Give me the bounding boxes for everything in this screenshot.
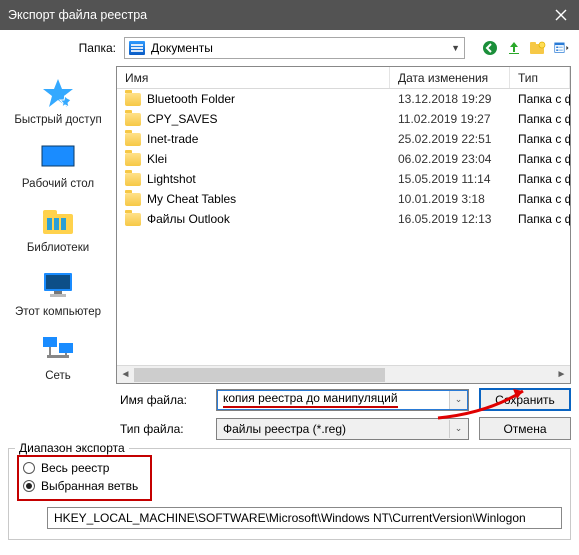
file-date: 15.05.2019 11:14 <box>390 172 510 186</box>
column-date[interactable]: Дата изменения <box>390 67 510 88</box>
file-row[interactable]: Inet-trade 25.02.2019 22:51Папка с ф <box>117 129 570 149</box>
file-list-header[interactable]: Имя Дата изменения Тип <box>117 67 570 89</box>
folder-icon <box>125 93 141 106</box>
scroll-thumb[interactable] <box>134 368 385 382</box>
libraries-icon <box>38 204 78 238</box>
file-type: Папка с ф <box>510 112 570 126</box>
titlebar: Экспорт файла реестра <box>0 0 579 30</box>
place-this-pc[interactable]: Этот компьютер <box>0 268 116 318</box>
file-type: Папка с ф <box>510 92 570 106</box>
nav-up-button[interactable] <box>505 39 523 57</box>
file-date: 10.01.2019 3:18 <box>390 192 510 206</box>
file-type: Папка с ф <box>510 172 570 186</box>
file-rows[interactable]: Bluetooth Folder13.12.2018 19:29Папка с … <box>117 89 570 365</box>
chevron-down-icon[interactable]: ⌄ <box>449 391 467 409</box>
folder-bar: Папка: Документы ▼ <box>0 30 579 66</box>
file-row[interactable]: Lightshot 15.05.2019 11:14Папка с ф <box>117 169 570 189</box>
column-type[interactable]: Тип <box>510 67 570 88</box>
place-quick-access[interactable]: Быстрый доступ <box>0 76 116 126</box>
file-name: Файлы Outlook <box>147 212 230 226</box>
nav-view-button[interactable] <box>553 39 571 57</box>
scroll-right-icon[interactable]: ► <box>553 369 570 380</box>
computer-icon <box>38 268 78 302</box>
folder-icon <box>125 113 141 126</box>
file-name: Klei <box>147 152 167 166</box>
file-name: Bluetooth Folder <box>147 92 235 106</box>
places-bar: Быстрый доступ Рабочий стол Библиотеки Э… <box>0 66 116 384</box>
file-date: 06.02.2019 23:04 <box>390 152 510 166</box>
filetype-value: Файлы реестра (*.reg) <box>223 422 346 436</box>
cancel-button[interactable]: Отмена <box>479 417 571 440</box>
file-row[interactable]: Klei 06.02.2019 23:04Папка с ф <box>117 149 570 169</box>
column-name[interactable]: Имя <box>117 67 390 88</box>
documents-icon <box>129 41 145 55</box>
radio-selected-branch[interactable]: Выбранная ветвь <box>23 479 144 493</box>
file-date: 25.02.2019 22:51 <box>390 132 510 146</box>
scroll-track[interactable] <box>134 367 553 383</box>
file-name: My Cheat Tables <box>147 192 236 206</box>
file-row[interactable]: Bluetooth Folder 13.12.2018 19:29Папка с … <box>117 89 570 109</box>
folder-select[interactable]: Документы ▼ <box>124 37 465 59</box>
branch-path-input[interactable]: HKEY_LOCAL_MACHINE\SOFTWARE\Microsoft\Wi… <box>47 507 562 529</box>
export-range-group: Диапазон экспорта Весь реестр Выбранная … <box>8 448 571 540</box>
radio-whole-registry[interactable]: Весь реестр <box>23 461 144 475</box>
place-desktop[interactable]: Рабочий стол <box>0 140 116 190</box>
folder-icon <box>125 173 141 186</box>
file-row[interactable]: My Cheat Tables 10.01.2019 3:18Папка с ф <box>117 189 570 209</box>
scroll-left-icon[interactable]: ◄ <box>117 369 134 380</box>
horizontal-scrollbar[interactable]: ◄ ► <box>117 365 570 383</box>
nav-newfolder-button[interactable] <box>529 39 547 57</box>
network-icon <box>38 332 78 366</box>
desktop-icon <box>38 140 78 174</box>
chevron-down-icon[interactable]: ⌄ <box>449 420 467 438</box>
export-range-legend: Диапазон экспорта <box>15 441 129 455</box>
folder-icon <box>125 153 141 166</box>
folder-icon <box>125 193 141 206</box>
file-name: CPY_SAVES <box>147 112 217 126</box>
filename-value: копия реестра до манипуляций <box>223 391 398 408</box>
place-libraries[interactable]: Библиотеки <box>0 204 116 254</box>
chevron-down-icon: ▼ <box>451 43 460 53</box>
folder-select-text: Документы <box>151 41 213 55</box>
file-type: Папка с ф <box>510 132 570 146</box>
filetype-label: Тип файла: <box>120 422 206 436</box>
file-row[interactable]: Файлы Outlook 16.05.2019 12:13Папка с ф <box>117 209 570 229</box>
star-icon <box>38 76 78 110</box>
file-type: Папка с ф <box>510 212 570 226</box>
save-button[interactable]: Сохранить <box>479 388 571 411</box>
filename-label: Имя файла: <box>120 393 206 407</box>
file-date: 11.02.2019 19:27 <box>390 112 510 126</box>
place-network[interactable]: Сеть <box>0 332 116 382</box>
file-type: Папка с ф <box>510 152 570 166</box>
folder-icon <box>125 133 141 146</box>
file-name: Inet-trade <box>147 132 198 146</box>
nav-back-button[interactable] <box>481 39 499 57</box>
filetype-select[interactable]: Файлы реестра (*.reg) ⌄ <box>216 418 469 440</box>
close-button[interactable] <box>543 0 579 30</box>
filename-input[interactable]: копия реестра до манипуляций ⌄ <box>216 389 469 411</box>
radio-icon <box>23 480 35 492</box>
file-date: 16.05.2019 12:13 <box>390 212 510 226</box>
file-list-pane: Имя Дата изменения Тип Bluetooth Folder 1… <box>116 66 571 384</box>
file-row[interactable]: CPY_SAVES 11.02.2019 19:27Папка с ф <box>117 109 570 129</box>
export-range-highlight: Весь реестр Выбранная ветвь <box>17 455 152 501</box>
file-date: 13.12.2018 19:29 <box>390 92 510 106</box>
folder-label: Папка: <box>70 41 116 55</box>
file-type: Папка с ф <box>510 192 570 206</box>
folder-icon <box>125 213 141 226</box>
file-name: Lightshot <box>147 172 196 186</box>
window-title: Экспорт файла реестра <box>8 8 543 22</box>
radio-icon <box>23 462 35 474</box>
